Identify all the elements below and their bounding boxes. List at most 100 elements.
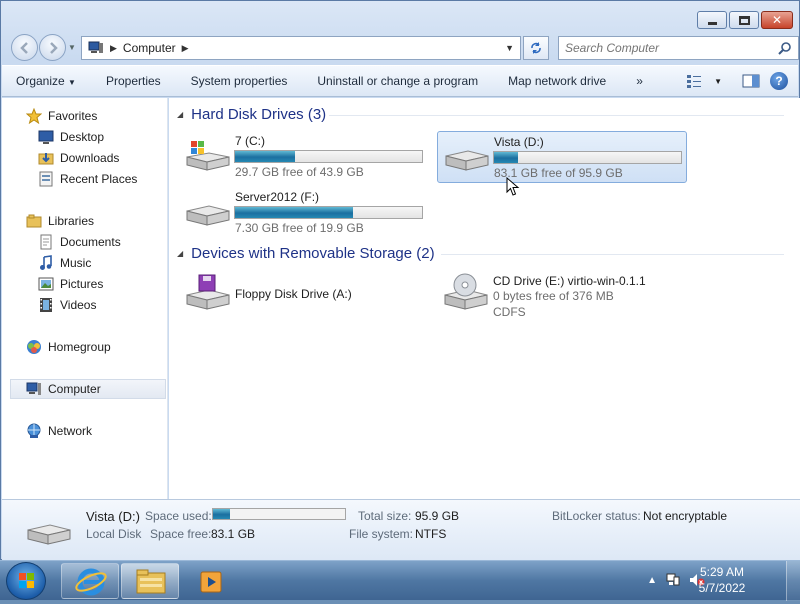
total-size-value: 95.9 GB [415,509,460,523]
maximize-icon [738,15,750,25]
sidebar-item-libraries[interactable]: Libraries [26,211,94,231]
sidebar-item-network[interactable]: Network [26,421,92,441]
file-system-label: File system: [349,527,414,541]
computer-icon [88,41,103,53]
taskbar-internet-explorer[interactable] [61,563,119,599]
drive-usage-fill [235,207,353,218]
help-icon[interactable]: ? [770,72,788,90]
recent-pages-dropdown-icon[interactable]: ▼ [68,43,76,52]
minimize-icon [707,21,717,25]
music-icon [40,255,52,270]
organize-menu[interactable]: Organize ▼ [16,74,76,88]
drive-d[interactable]: Vista (D:) 83.1 GB free of 95.9 GB [437,131,687,183]
more-commands-button[interactable]: » [636,74,643,88]
view-dropdown-icon[interactable]: ▼ [714,77,722,86]
drive-usage-bar [493,151,682,164]
sidebar-item-label: Recent Places [60,172,138,186]
drive-usage-fill [235,151,295,162]
sidebar-item-computer[interactable]: Computer [26,379,101,399]
sidebar-item-homegroup[interactable]: Homegroup [26,337,111,357]
drive-c[interactable]: 7 (C:) 29.7 GB free of 43.9 GB [179,131,429,183]
homegroup-icon [27,340,41,354]
bitlocker-label: BitLocker status: [552,509,641,523]
show-hidden-icons-icon[interactable]: ▲ [647,575,657,586]
sidebar-item-documents[interactable]: Documents [38,232,121,252]
sidebar-item-recent-places[interactable]: Recent Places [38,169,137,189]
network-status-icon[interactable] [665,573,681,587]
drive-free-space: 7.30 GB free of 19.9 GB [235,221,364,235]
pictures-icon [38,277,54,291]
sidebar-item-downloads[interactable]: Downloads [38,148,119,168]
preview-pane-icon[interactable] [742,74,760,88]
windows-logo-icon [19,573,34,588]
refresh-button[interactable] [523,36,549,60]
taskbar-windows-explorer[interactable] [121,563,179,599]
group-divider [441,254,784,255]
drive-name: Vista (D:) [494,135,544,149]
drive-name: CD Drive (E:) virtio-win-0.1.1 [493,274,646,288]
libraries-icon [26,214,42,228]
space-free-value: 83.1 GB [211,527,256,541]
hard-drive-icon [445,150,489,171]
computer-icon [26,382,41,395]
collapse-triangle-icon[interactable]: ◢ [177,249,183,258]
drive-usage-bar [234,150,423,163]
change-view-icon[interactable] [686,74,704,88]
drive-free-space: 0 bytes free of 376 MB [493,289,614,303]
forward-button[interactable] [39,34,66,61]
breadcrumb-computer[interactable]: Computer [123,41,176,55]
drive-f[interactable]: Server2012 (F:) 7.30 GB free of 19.9 GB [179,187,429,239]
sidebar-item-label: Downloads [60,151,120,165]
sidebar-item-music[interactable]: Music [38,253,91,273]
drive-cd[interactable]: CD Drive (E:) virtio-win-0.1.1 0 bytes f… [437,271,737,323]
collapse-triangle-icon[interactable]: ◢ [177,110,183,119]
map-network-drive-button[interactable]: Map network drive [508,74,606,88]
space-used-fill [213,509,231,519]
clock[interactable]: 5:29 AM 5/7/2022 [692,564,752,596]
breadcrumb-separator-icon[interactable]: ▶ [182,43,189,54]
mouse-cursor-icon [506,177,520,196]
maximize-button[interactable] [729,11,759,29]
hard-drive-icon [27,524,71,545]
sidebar-item-label: Pictures [60,277,104,291]
space-used-bar [212,508,346,520]
navigation-pane: Favorites Desktop Downloads Recent Place… [2,98,168,499]
sidebar-item-favorites[interactable]: Favorites [26,106,97,126]
explorer-window: ✕ ▼ ▶ Computer ▶ ▼ Search Computer Organ… [0,0,800,560]
show-desktop-button[interactable] [786,561,800,601]
address-bar[interactable]: ▶ Computer ▶ ▼ [81,36,521,60]
minimize-button[interactable] [697,11,727,29]
drive-name: 7 (C:) [235,134,265,148]
back-arrow-icon [20,42,28,54]
recent-places-icon [39,171,53,187]
taskbar: ▲ 5:29 AM 5/7/2022 [0,560,800,601]
network-icon [27,423,41,438]
uninstall-program-button[interactable]: Uninstall or change a program [317,74,478,88]
search-icon[interactable] [778,41,792,55]
search-input[interactable] [559,37,769,59]
forward-arrow-icon [50,42,58,54]
space-used-label: Space used: [145,509,212,523]
back-button[interactable] [11,34,38,61]
group-header-hard-disk-drives[interactable]: ◢ Hard Disk Drives (3) [177,106,326,123]
group-title: Devices with Removable Storage (2) [191,245,435,262]
sidebar-item-pictures[interactable]: Pictures [38,274,103,294]
drive-name: Server2012 (F:) [235,190,320,204]
group-header-removable-storage[interactable]: ◢ Devices with Removable Storage (2) [177,245,435,262]
navigation-bar: ▼ ▶ Computer ▶ ▼ [9,33,799,61]
drive-file-system: CDFS [493,305,526,319]
drive-floppy[interactable]: Floppy Disk Drive (A:) [179,271,429,323]
sidebar-item-desktop[interactable]: Desktop [38,127,104,147]
content-pane: ◢ Hard Disk Drives (3) 7 (C:) 29.7 GB fr… [169,98,800,499]
start-button[interactable] [6,562,46,600]
sidebar-item-videos[interactable]: Videos [38,295,96,315]
taskbar-media-player[interactable] [181,563,239,599]
properties-button[interactable]: Properties [106,74,161,88]
floppy-drive-icon [186,274,230,310]
total-size-label: Total size: [358,509,412,523]
address-dropdown-icon[interactable]: ▼ [505,43,514,53]
breadcrumb-separator-icon[interactable]: ▶ [110,43,117,54]
search-box[interactable] [558,36,799,60]
system-properties-button[interactable]: System properties [191,74,288,88]
close-button[interactable]: ✕ [761,11,793,29]
